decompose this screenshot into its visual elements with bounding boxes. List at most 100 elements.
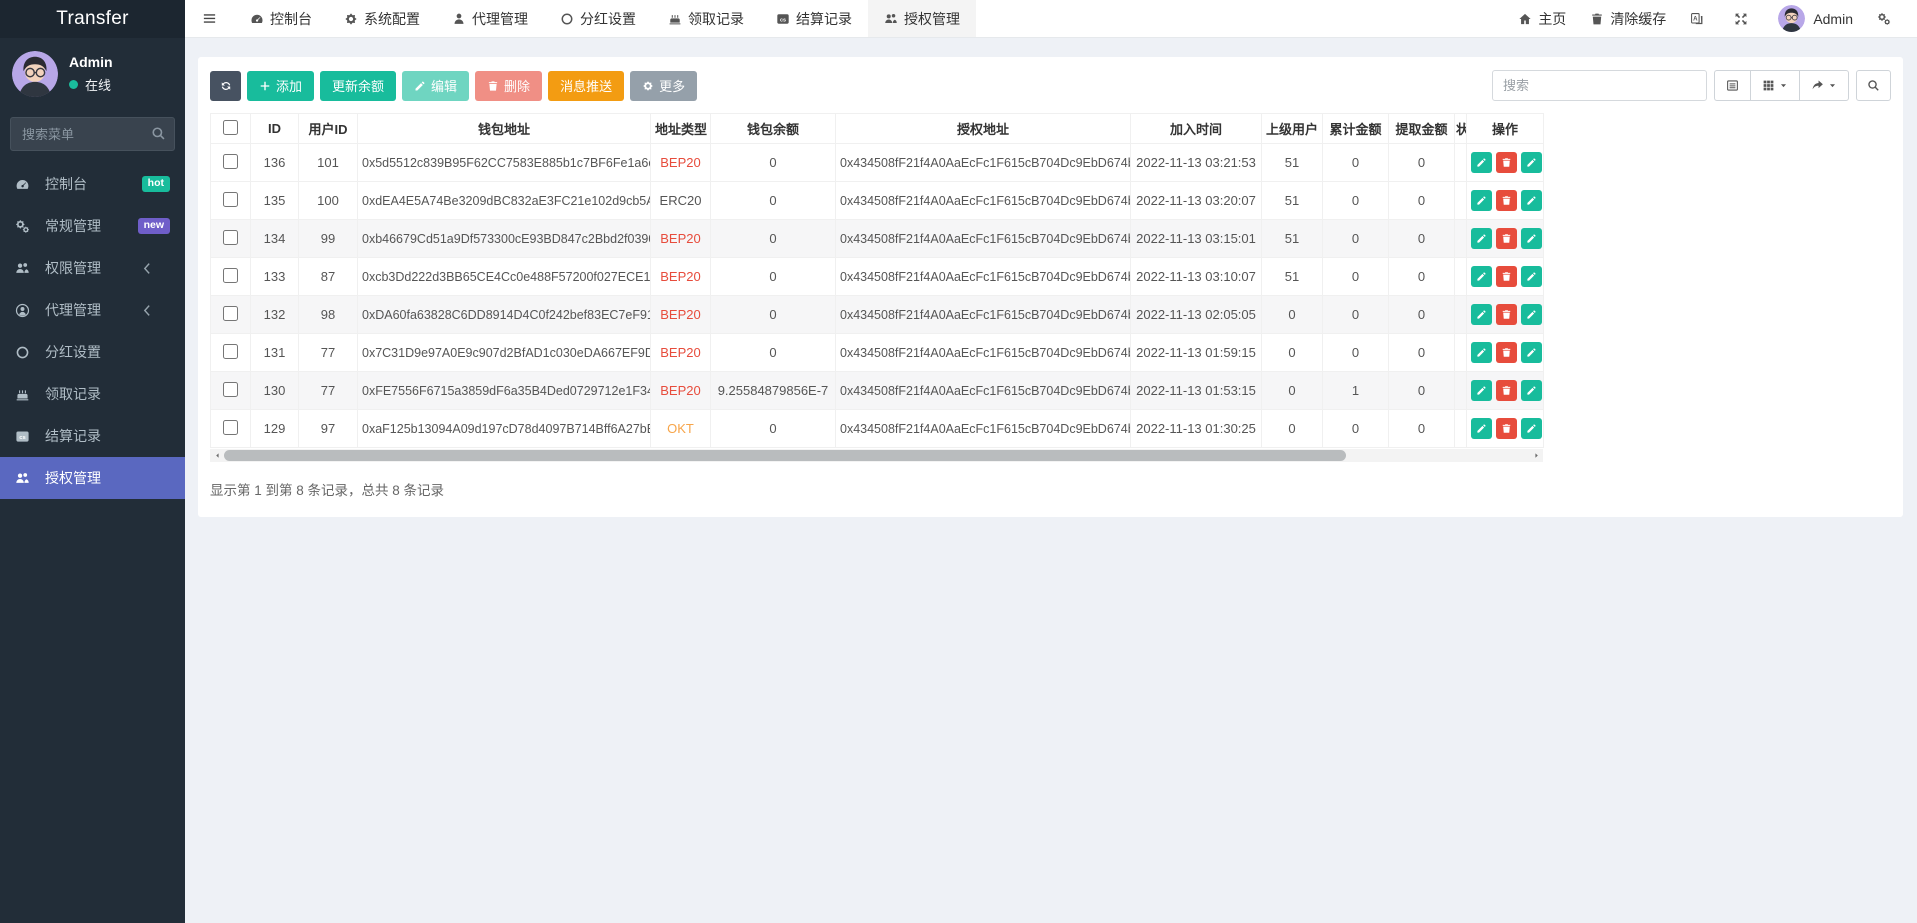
cell-join-time: 2022-11-13 03:15:01 <box>1131 220 1262 258</box>
topnav-settings[interactable] <box>1865 0 1909 37</box>
row-edit2-button[interactable] <box>1521 266 1542 287</box>
scrollbar-thumb[interactable] <box>224 450 1346 461</box>
row-edit2-button[interactable] <box>1521 152 1542 173</box>
cell-wallet-address: 0xFE7556F6715a3859dF6a35B4Ded0729712e1F3… <box>358 372 651 410</box>
row-edit-button[interactable] <box>1471 190 1492 211</box>
topnav-home[interactable]: 主页 <box>1506 0 1578 37</box>
row-edit2-button[interactable] <box>1521 190 1542 211</box>
edit-button[interactable]: 编辑 <box>402 71 469 101</box>
topnav-item-agent-management[interactable]: 代理管理 <box>436 0 544 37</box>
cell-total-amount: 0 <box>1323 296 1389 334</box>
pencil-icon <box>1526 309 1537 320</box>
row-checkbox[interactable] <box>223 192 238 207</box>
row-edit-button[interactable] <box>1471 304 1492 325</box>
row-delete-button[interactable] <box>1496 190 1517 211</box>
column-header-wallet_address: 钱包地址 <box>358 114 651 144</box>
column-header-auth_address: 授权地址 <box>836 114 1131 144</box>
select-all-checkbox[interactable] <box>223 120 238 135</box>
scrollbar-track[interactable] <box>224 449 1529 462</box>
row-edit-button[interactable] <box>1471 228 1492 249</box>
add-button[interactable]: 添加 <box>247 71 314 101</box>
topnav-item-system-config[interactable]: 系统配置 <box>328 0 436 37</box>
delete-button[interactable]: 删除 <box>475 71 542 101</box>
gear-icon <box>642 80 654 92</box>
row-edit2-button[interactable] <box>1521 228 1542 249</box>
topnav-language[interactable]: A <box>1678 0 1722 37</box>
pencil-icon <box>1526 423 1537 434</box>
search-button[interactable] <box>1856 70 1891 101</box>
row-checkbox[interactable] <box>223 420 238 435</box>
hamburger-icon[interactable] <box>185 0 234 37</box>
trash-icon <box>1501 347 1512 358</box>
row-delete-button[interactable] <box>1496 228 1517 249</box>
sidebar-item-authorization-management[interactable]: 授权管理 <box>0 457 185 499</box>
cell-parent-user: 51 <box>1262 182 1323 220</box>
row-delete-button[interactable] <box>1496 266 1517 287</box>
topnav-right: 主页 清除缓存 A Admin <box>1506 0 1917 37</box>
sidebar-item-label: 代理管理 <box>45 300 101 320</box>
row-delete-button[interactable] <box>1496 418 1517 439</box>
sidebar-item-dashboard[interactable]: 控制台 hot <box>0 163 185 205</box>
row-edit2-button[interactable] <box>1521 418 1542 439</box>
pencil-icon <box>1526 385 1537 396</box>
cell-actions <box>1467 182 1544 220</box>
sidebar-item-dividend-settings[interactable]: 分红设置 <box>0 331 185 373</box>
scroll-right-arrow-icon[interactable] <box>1529 449 1543 462</box>
refresh-button[interactable] <box>210 71 241 101</box>
row-delete-button[interactable] <box>1496 342 1517 363</box>
sidebar-item-general-management[interactable]: 常规管理 new <box>0 205 185 247</box>
row-edit-button[interactable] <box>1471 342 1492 363</box>
cell-balance: 0 <box>711 410 836 448</box>
user-status-label: 在线 <box>85 75 111 94</box>
topnav-item-authorization-management[interactable]: 授权管理 <box>868 0 976 37</box>
scroll-left-arrow-icon[interactable] <box>210 449 224 462</box>
row-edit-button[interactable] <box>1471 266 1492 287</box>
topnav-item-dividend-settings[interactable]: 分红设置 <box>544 0 652 37</box>
topnav-item-settlement-records[interactable]: cs结算记录 <box>760 0 868 37</box>
topnav-item-dashboard[interactable]: 控制台 <box>234 0 328 37</box>
column-header-join_time: 加入时间 <box>1131 114 1262 144</box>
row-checkbox[interactable] <box>223 154 238 169</box>
topnav-fullscreen[interactable] <box>1722 0 1766 37</box>
cell-total-amount: 0 <box>1323 182 1389 220</box>
topnav-clear-cache[interactable]: 清除缓存 <box>1578 0 1678 37</box>
cell-withdraw-amount: 0 <box>1389 258 1455 296</box>
detail-view-button[interactable] <box>1714 70 1750 101</box>
sidebar-item-permission-management[interactable]: 权限管理 <box>0 247 185 289</box>
cell-actions <box>1467 410 1544 448</box>
more-button[interactable]: 更多 <box>630 71 697 101</box>
cell-actions <box>1467 220 1544 258</box>
row-delete-button[interactable] <box>1496 380 1517 401</box>
row-checkbox[interactable] <box>223 382 238 397</box>
columns-button[interactable] <box>1750 70 1799 101</box>
cell-auth-address: 0x434508fF21f4A0AaEcFc1F615cB704Dc9EbD67… <box>836 410 1131 448</box>
row-checkbox[interactable] <box>223 306 238 321</box>
row-checkbox[interactable] <box>223 344 238 359</box>
horizontal-scrollbar[interactable] <box>210 449 1543 462</box>
push-message-button[interactable]: 消息推送 <box>548 71 624 101</box>
row-checkbox[interactable] <box>223 268 238 283</box>
sidebar-item-agent-management[interactable]: 代理管理 <box>0 289 185 331</box>
update-balance-button[interactable]: 更新余额 <box>320 71 396 101</box>
row-edit-button[interactable] <box>1471 418 1492 439</box>
button-label: 删除 <box>504 76 530 95</box>
row-delete-button[interactable] <box>1496 304 1517 325</box>
topnav-item-collection-records[interactable]: 领取记录 <box>652 0 760 37</box>
cell-total-amount: 0 <box>1323 410 1389 448</box>
row-edit2-button[interactable] <box>1521 342 1542 363</box>
row-edit-button[interactable] <box>1471 152 1492 173</box>
row-edit2-button[interactable] <box>1521 304 1542 325</box>
row-edit-button[interactable] <box>1471 380 1492 401</box>
column-header-address_type: 地址类型 <box>651 114 711 144</box>
row-delete-button[interactable] <box>1496 152 1517 173</box>
topnav-admin-user[interactable]: Admin <box>1766 0 1865 37</box>
table-search-input[interactable] <box>1492 70 1707 101</box>
sidebar-item-settlement-records[interactable]: cs结算记录 <box>0 415 185 457</box>
sidebar-item-label: 权限管理 <box>45 258 101 278</box>
export-button[interactable] <box>1799 70 1849 101</box>
row-checkbox[interactable] <box>223 230 238 245</box>
sidebar-item-label: 控制台 <box>45 174 87 194</box>
sidebar-item-collection-records[interactable]: 领取记录 <box>0 373 185 415</box>
cell-status <box>1455 144 1467 182</box>
row-edit2-button[interactable] <box>1521 380 1542 401</box>
